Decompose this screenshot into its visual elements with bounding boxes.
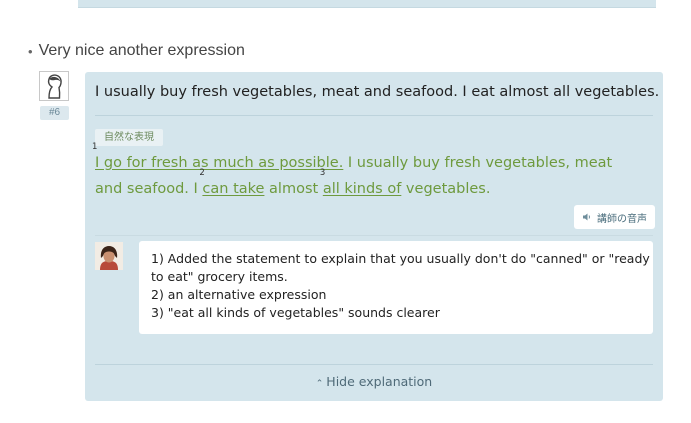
explanation-line: 2) an alternative expression (151, 287, 327, 302)
divider (95, 364, 653, 365)
section-heading: • Very nice another expression (28, 42, 245, 60)
explanation-line: 1) Added the statement to explain that y… (151, 251, 650, 266)
correction-2: 2 can take (199, 168, 265, 197)
teacher-audio-button[interactable]: 講師の音声 (574, 205, 655, 229)
previous-card-edge (78, 0, 656, 8)
corrected-sentence: 1I go for fresh as much as possible. I u… (92, 142, 643, 202)
explanation-line: to eat" grocery items. (151, 269, 288, 284)
post-number-badge: #6 (40, 106, 69, 120)
hide-explanation-link[interactable]: ⌃ Hide explanation (85, 374, 663, 389)
explanation-box: 1) Added the statement to explain that y… (139, 241, 653, 334)
bullet-icon: • (28, 43, 33, 59)
correction-marker-2: 2 (199, 168, 205, 178)
user-avatar[interactable] (39, 71, 69, 101)
correction-marker-3: 3 (319, 168, 326, 178)
chevron-up-icon: ⌃ (315, 379, 324, 389)
original-sentence: I usually buy fresh vegetables, meat and… (95, 84, 660, 100)
corrected-text: almost (264, 181, 323, 197)
audio-button-label: 講師の音声 (597, 213, 647, 225)
hide-explanation-label: Hide explanation (326, 374, 433, 389)
explanation-line: 3) "eat all kinds of vegetables" sounds … (151, 305, 440, 320)
teacher-avatar[interactable] (95, 242, 123, 270)
correction-3: 3 all kinds of (319, 168, 402, 197)
divider (95, 115, 653, 116)
correction-marker-1: 1 (92, 142, 98, 152)
section-title: Very nice another expression (38, 42, 245, 59)
natural-expression-tag: 自然な表現 (95, 129, 163, 146)
divider (95, 235, 653, 236)
correction-card: I usually buy fresh vegetables, meat and… (85, 72, 663, 401)
user-silhouette-icon (40, 72, 68, 100)
corrected-text: vegetables. (401, 181, 491, 197)
correction-1: 1I go for fresh as much as possible. (92, 142, 344, 171)
speaker-icon (583, 213, 590, 221)
teacher-photo (95, 242, 123, 270)
